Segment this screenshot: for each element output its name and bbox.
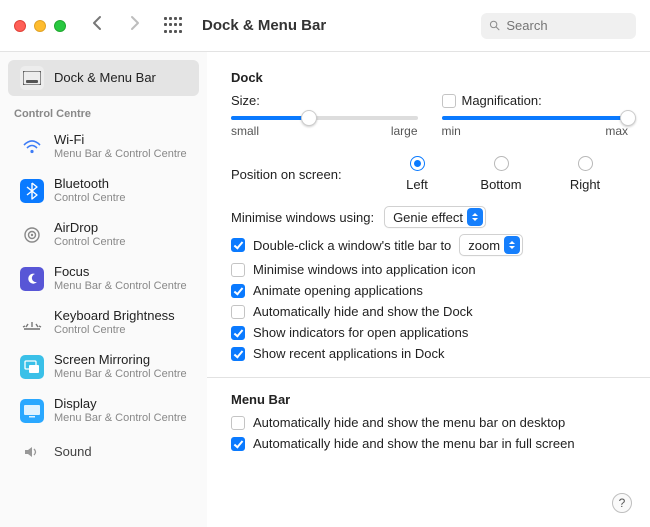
keyboard-brightness-icon <box>20 311 44 335</box>
show-all-prefs-button[interactable] <box>164 17 182 35</box>
search-icon <box>489 19 500 32</box>
sidebar-section-header: Control Centre <box>0 98 207 124</box>
animate-open-label: Animate opening applications <box>253 283 423 298</box>
wifi-icon <box>20 135 44 159</box>
auto-hide-dock-label: Automatically hide and show the Dock <box>253 304 473 319</box>
minimise-using-select[interactable]: Genie effect <box>384 206 486 228</box>
screen-mirroring-icon <box>20 355 44 379</box>
size-slider[interactable] <box>231 116 418 120</box>
sidebar-item-label: Display <box>54 396 187 412</box>
sidebar-item-sub: Control Centre <box>54 236 126 250</box>
sidebar-item-airdrop[interactable]: AirDropControl Centre <box>8 214 199 256</box>
animate-open-checkbox[interactable] <box>231 284 245 298</box>
position-left-label: Left <box>406 177 428 192</box>
mag-max-label: max <box>605 124 628 138</box>
section-divider <box>207 377 650 378</box>
min-into-app-checkbox[interactable] <box>231 263 245 277</box>
doubleclick-label: Double-click a window's title bar to <box>253 238 451 253</box>
select-arrows-icon <box>467 208 483 226</box>
sidebar-item-screen-mirroring[interactable]: Screen MirroringMenu Bar & Control Centr… <box>8 346 199 388</box>
auto-hide-dock-checkbox[interactable] <box>231 305 245 319</box>
sidebar-item-label: Sound <box>54 444 92 460</box>
magnification-label: Magnification: <box>462 93 542 108</box>
sidebar-item-sub: Menu Bar & Control Centre <box>54 368 187 382</box>
magnification-checkbox[interactable] <box>442 94 456 108</box>
sidebar-item-focus[interactable]: FocusMenu Bar & Control Centre <box>8 258 199 300</box>
sidebar: Dock & Menu Bar Control Centre Wi-FiMenu… <box>0 52 207 527</box>
indicators-label: Show indicators for open applications <box>253 325 468 340</box>
position-right-label: Right <box>570 177 600 192</box>
sidebar-item-label: Bluetooth <box>54 176 126 192</box>
magnification-slider-thumb[interactable] <box>620 110 636 126</box>
sidebar-item-bluetooth[interactable]: BluetoothControl Centre <box>8 170 199 212</box>
hide-menubar-desktop-checkbox[interactable] <box>231 416 245 430</box>
mag-min-label: min <box>442 124 461 138</box>
sidebar-item-keyboard-brightness[interactable]: Keyboard BrightnessControl Centre <box>8 302 199 344</box>
hide-menubar-desktop-label: Automatically hide and show the menu bar… <box>253 415 565 430</box>
sidebar-item-label: AirDrop <box>54 220 126 236</box>
doubleclick-select[interactable]: zoom <box>459 234 523 256</box>
size-small-label: small <box>231 124 259 138</box>
content-pane: Dock Size: small large Magnification: min… <box>207 52 650 527</box>
chevron-left-icon <box>90 15 106 31</box>
sidebar-item-sub: Control Centre <box>54 192 126 206</box>
display-icon <box>20 399 44 423</box>
sidebar-item-sub: Control Centre <box>54 324 175 338</box>
sidebar-item-label: Dock & Menu Bar <box>54 70 156 86</box>
help-button[interactable]: ? <box>612 493 632 513</box>
nav-buttons <box>90 15 142 36</box>
forward-button[interactable] <box>126 15 142 36</box>
size-large-label: large <box>391 124 418 138</box>
fullscreen-window-button[interactable] <box>54 20 66 32</box>
position-bottom-label: Bottom <box>480 177 521 192</box>
size-label: Size: <box>231 93 260 108</box>
magnification-slider[interactable] <box>442 116 629 120</box>
indicators-checkbox[interactable] <box>231 326 245 340</box>
dock-menu-bar-icon <box>20 66 44 90</box>
window-title: Dock & Menu Bar <box>202 17 326 34</box>
bluetooth-icon <box>20 179 44 203</box>
minimise-using-label: Minimise windows using: <box>231 210 374 225</box>
hide-menubar-fullscreen-checkbox[interactable] <box>231 437 245 451</box>
sound-icon <box>20 440 44 464</box>
select-arrows-icon <box>504 236 520 254</box>
doubleclick-checkbox[interactable] <box>231 238 245 252</box>
hide-menubar-fullscreen-label: Automatically hide and show the menu bar… <box>253 436 575 451</box>
sidebar-item-sub: Menu Bar & Control Centre <box>54 280 187 294</box>
search-field[interactable] <box>481 13 636 39</box>
doubleclick-value: zoom <box>468 238 500 253</box>
sidebar-item-sub: Menu Bar & Control Centre <box>54 148 187 162</box>
window-toolbar: Dock & Menu Bar <box>0 0 650 52</box>
close-window-button[interactable] <box>14 20 26 32</box>
focus-icon <box>20 267 44 291</box>
position-bottom-radio[interactable] <box>494 156 509 171</box>
minimize-window-button[interactable] <box>34 20 46 32</box>
sidebar-item-display[interactable]: DisplayMenu Bar & Control Centre <box>8 390 199 432</box>
sidebar-item-label: Screen Mirroring <box>54 352 187 368</box>
minimise-using-value: Genie effect <box>393 210 463 225</box>
sidebar-item-label: Keyboard Brightness <box>54 308 175 324</box>
dock-heading: Dock <box>231 70 628 85</box>
window-controls <box>14 20 66 32</box>
chevron-right-icon <box>126 15 142 31</box>
sidebar-item-sub: Menu Bar & Control Centre <box>54 412 187 426</box>
position-right-radio[interactable] <box>578 156 593 171</box>
position-left-radio[interactable] <box>410 156 425 171</box>
sidebar-item-label: Focus <box>54 264 187 280</box>
recents-checkbox[interactable] <box>231 347 245 361</box>
sidebar-item-label: Wi-Fi <box>54 132 187 148</box>
back-button[interactable] <box>90 15 106 36</box>
sidebar-item-sound[interactable]: Sound <box>8 434 199 470</box>
sidebar-item-dock-menu-bar[interactable]: Dock & Menu Bar <box>8 60 199 96</box>
recents-label: Show recent applications in Dock <box>253 346 445 361</box>
sidebar-item-wifi[interactable]: Wi-FiMenu Bar & Control Centre <box>8 126 199 168</box>
size-slider-thumb[interactable] <box>301 110 317 126</box>
airdrop-icon <box>20 223 44 247</box>
position-label: Position on screen: <box>231 167 361 182</box>
min-into-app-label: Minimise windows into application icon <box>253 262 476 277</box>
menubar-heading: Menu Bar <box>231 392 628 407</box>
search-input[interactable] <box>506 18 628 33</box>
